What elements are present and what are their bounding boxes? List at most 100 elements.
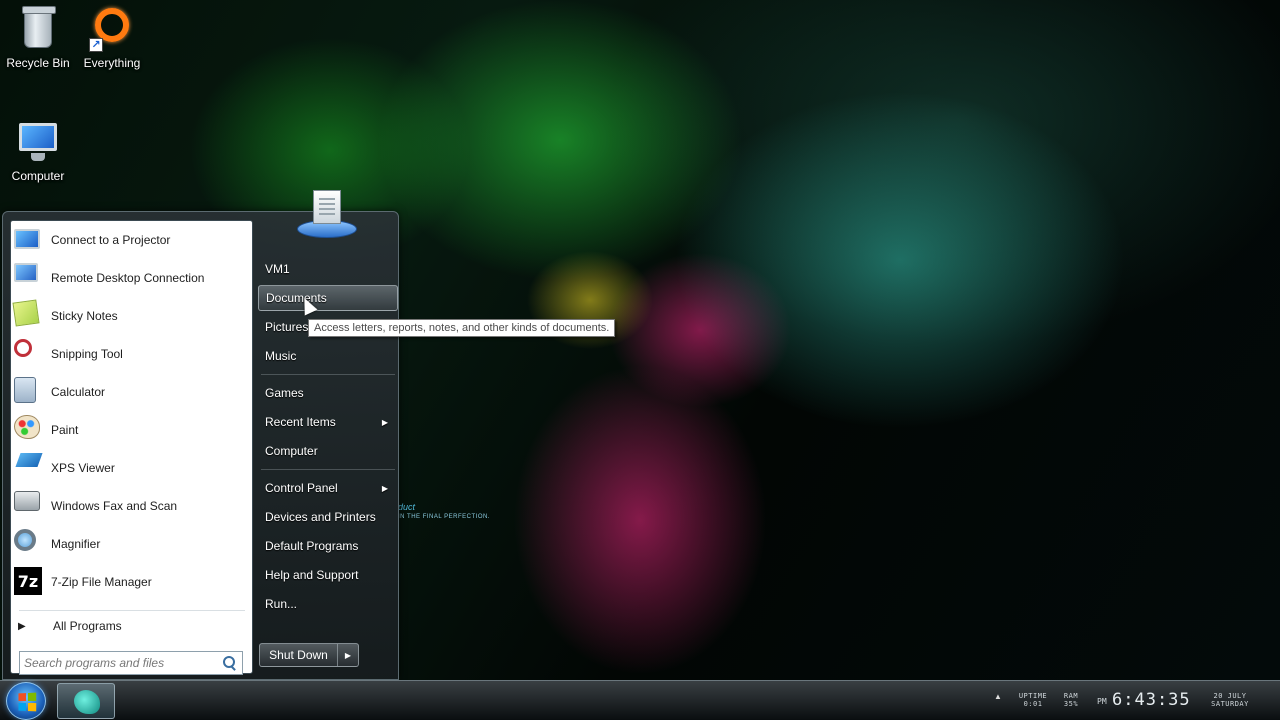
tooltip-text: Access letters, reports, notes, and othe… (314, 322, 610, 334)
triangle-right-icon: ▶ (381, 417, 388, 427)
ram-value: 35% (1063, 700, 1079, 708)
start-item-control-panel[interactable]: Control Panel ▶ (258, 475, 398, 501)
start-item-default-programs[interactable]: Default Programs (258, 533, 398, 559)
start-item-label: Games (265, 386, 304, 400)
documents-tooltip: Access letters, reports, notes, and othe… (308, 319, 616, 337)
start-item-vm1[interactable]: VM1 (258, 256, 398, 282)
date-widget: 20 JULY SATURDAY (1198, 692, 1262, 708)
start-item-label: Documents (266, 291, 327, 305)
program-xps-viewer[interactable]: XPS Viewer (14, 450, 250, 486)
shutdown-button-group: Shut Down ▶ (259, 643, 359, 667)
uptime-value: 0:01 (1023, 700, 1043, 708)
computer-icon (15, 119, 61, 165)
program-label: Paint (51, 423, 79, 437)
program-label: Calculator (51, 385, 106, 399)
wallpaper-title: duct (398, 502, 416, 512)
program-remote-desktop[interactable]: Remote Desktop Connection (14, 260, 250, 296)
start-item-label: Devices and Printers (265, 510, 376, 524)
app-icon (74, 690, 100, 714)
program-label: Remote Desktop Connection (51, 271, 205, 285)
desktop-icon-label: Computer (11, 169, 65, 183)
date-label: 20 JULY (1213, 692, 1247, 700)
shutdown-options-button[interactable]: ▶ (338, 644, 358, 666)
7zip-icon: 7z (14, 567, 44, 597)
start-item-label: Default Programs (265, 539, 359, 553)
search-input[interactable] (20, 653, 220, 673)
scissors-icon (14, 339, 44, 369)
start-menu-programs-pane: Connect to a Projector Remote Desktop Co… (10, 220, 253, 675)
projector-icon (14, 225, 44, 255)
calculator-icon (14, 377, 44, 407)
remote-desktop-icon (14, 263, 44, 293)
uptime-label: UPTIME (1018, 692, 1048, 700)
start-item-label: Computer (265, 444, 318, 458)
all-programs-label: All Programs (53, 619, 122, 633)
desktop-icon-recycle-bin[interactable]: Recycle Bin (0, 6, 76, 70)
start-menu: Connect to a Projector Remote Desktop Co… (2, 190, 399, 680)
ram-label: RAM (1063, 692, 1079, 700)
clock-ampm: PM (1097, 697, 1107, 706)
shutdown-button[interactable]: Shut Down (260, 644, 338, 666)
start-item-run[interactable]: Run... (258, 591, 398, 617)
shutdown-label: Shut Down (269, 648, 328, 662)
clock-time[interactable]: 6:43:35 (1112, 690, 1191, 710)
program-label: 7-Zip File Manager (51, 575, 152, 589)
desktop-icon-everything[interactable]: ↗ Everything (74, 6, 150, 70)
start-item-games[interactable]: Games (258, 380, 398, 406)
divider (261, 374, 395, 375)
triangle-right-icon: ▶ (18, 620, 26, 632)
uptime-widget: UPTIME 0:01 (1014, 692, 1052, 708)
sticky-notes-icon (12, 299, 44, 331)
start-item-help-and-support[interactable]: Help and Support (258, 562, 398, 588)
user-picture[interactable] (295, 190, 361, 244)
start-item-label: VM1 (265, 262, 290, 276)
program-windows-fax-and-scan[interactable]: Windows Fax and Scan (14, 488, 250, 524)
xps-viewer-icon (14, 453, 44, 483)
magnifier-icon (14, 529, 44, 559)
start-item-documents[interactable]: Documents (258, 285, 398, 311)
program-label: Sticky Notes (51, 309, 118, 323)
desktop-icon-label: Everything (83, 56, 141, 70)
start-item-label: Music (265, 349, 297, 363)
paint-palette-icon (14, 415, 44, 445)
day-label: SATURDAY (1211, 700, 1249, 708)
program-label: Windows Fax and Scan (51, 499, 178, 513)
all-programs-button[interactable]: ▶ All Programs (14, 614, 250, 638)
program-label: Magnifier (51, 537, 101, 551)
shortcut-arrow-icon: ↗ (89, 38, 103, 52)
desktop-icon-label: Recycle Bin (6, 56, 70, 70)
start-item-devices-and-printers[interactable]: Devices and Printers (258, 504, 398, 530)
search-icon[interactable] (220, 654, 238, 672)
divider (261, 469, 395, 470)
recycle-bin-icon (15, 6, 61, 52)
ram-widget: RAM 35% (1056, 692, 1086, 708)
program-paint[interactable]: Paint (14, 412, 250, 448)
program-calculator[interactable]: Calculator (14, 374, 250, 410)
taskbar-app-button[interactable] (57, 683, 115, 719)
start-item-label: Help and Support (265, 568, 359, 582)
start-button[interactable] (6, 682, 46, 720)
windows-logo-icon (18, 692, 37, 712)
wallpaper-subtitle: IN THE FINAL PERFECTION. (398, 514, 491, 520)
start-item-music[interactable]: Music (258, 343, 398, 369)
divider (19, 610, 245, 611)
program-label: Snipping Tool (51, 347, 123, 361)
program-connect-to-projector[interactable]: Connect to a Projector (14, 222, 250, 258)
wallpaper-text: duct IN THE FINAL PERFECTION. (398, 502, 490, 520)
taskbar (0, 680, 1280, 720)
program-sticky-notes[interactable]: Sticky Notes (12, 298, 250, 334)
start-item-label: Recent Items (265, 415, 336, 429)
fax-icon (14, 491, 44, 521)
program-7zip[interactable]: 7z 7-Zip File Manager (14, 564, 250, 600)
start-item-computer[interactable]: Computer (258, 438, 398, 464)
program-snipping-tool[interactable]: Snipping Tool (14, 336, 250, 372)
show-hidden-icons-button[interactable]: ▲ (994, 692, 1002, 701)
document-icon (313, 190, 341, 224)
7zip-glyph: 7z (14, 567, 42, 595)
program-label: Connect to a Projector (51, 233, 171, 247)
start-item-recent-items[interactable]: Recent Items ▶ (258, 409, 398, 435)
program-magnifier[interactable]: Magnifier (14, 526, 250, 562)
desktop-icon-computer[interactable]: Computer (0, 119, 76, 183)
triangle-right-icon: ▶ (381, 483, 388, 493)
start-item-label: Run... (265, 597, 298, 611)
